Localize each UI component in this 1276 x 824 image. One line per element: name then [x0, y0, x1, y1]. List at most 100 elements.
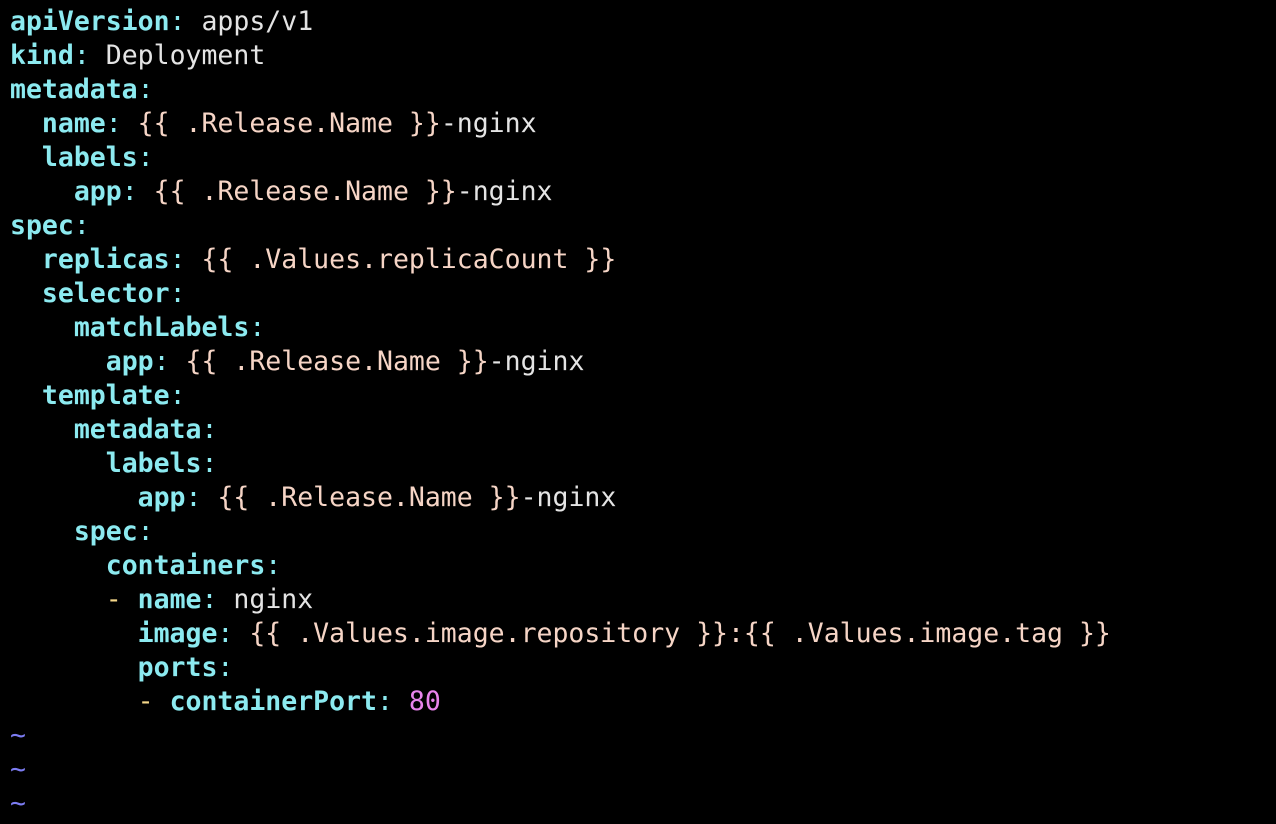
yaml-key: image — [137, 618, 218, 649]
code-line[interactable]: kind: Deployment — [10, 39, 1276, 73]
yaml-key: apiVersion — [10, 6, 170, 37]
yaml-key: template — [41, 380, 170, 411]
yaml-key: containers — [105, 550, 266, 581]
code-line[interactable]: name: {{ .Release.Name }}-nginx — [10, 107, 1276, 141]
key-colon: : — [185, 482, 202, 513]
yaml-key: app — [137, 482, 186, 513]
key-colon: : — [217, 652, 234, 683]
tilde-marker: ~ — [10, 720, 26, 751]
code-line[interactable]: matchLabels: — [10, 311, 1276, 345]
tilde-marker: ~ — [10, 754, 26, 785]
yaml-key: selector — [41, 278, 170, 309]
key-colon: : — [153, 346, 170, 377]
code-line[interactable]: metadata: — [10, 73, 1276, 107]
key-colon: : — [105, 108, 122, 139]
template-expression: {{ .Release.Name }} — [169, 346, 489, 377]
yaml-value: -nginx — [520, 482, 617, 513]
yaml-key: containerPort — [169, 686, 377, 717]
code-line[interactable]: - containerPort: 80 — [10, 685, 1276, 719]
code-line[interactable]: ports: — [10, 651, 1276, 685]
template-expression: {{ .Values.replicaCount }} — [185, 244, 617, 275]
code-line[interactable]: app: {{ .Release.Name }}-nginx — [10, 175, 1276, 209]
yaml-key: labels — [105, 448, 202, 479]
yaml-key: ports — [137, 652, 218, 683]
tilde-marker: ~ — [10, 788, 26, 819]
template-expression: {{ .Release.Name }} — [137, 176, 457, 207]
code-line[interactable]: template: — [10, 379, 1276, 413]
code-line[interactable]: labels: — [10, 141, 1276, 175]
code-line[interactable]: containers: — [10, 549, 1276, 583]
yaml-value: nginx — [217, 584, 314, 615]
list-dash: - — [105, 584, 138, 615]
key-colon: : — [169, 380, 186, 411]
yaml-key: spec — [10, 210, 74, 241]
key-colon: : — [376, 686, 393, 717]
template-expression: {{ .Values.image.repository }}:{{ .Value… — [233, 618, 1111, 649]
yaml-value: -nginx — [440, 108, 537, 139]
key-colon: : — [73, 210, 90, 241]
yaml-key: name — [41, 108, 106, 139]
code-line[interactable]: spec: — [10, 209, 1276, 243]
yaml-key: kind — [10, 40, 74, 71]
yaml-key: spec — [73, 516, 138, 547]
yaml-key: labels — [41, 142, 138, 173]
yaml-key: metadata — [10, 74, 138, 105]
vim-editor-window[interactable]: apiVersion: apps/v1 kind: Deployment metad… — [0, 0, 1276, 824]
key-colon: : — [73, 40, 90, 71]
key-colon: : — [169, 6, 186, 37]
yaml-value: apps/v1 — [185, 6, 314, 37]
code-line[interactable]: spec: — [10, 515, 1276, 549]
yaml-key: metadata — [73, 414, 202, 445]
code-line[interactable]: app: {{ .Release.Name }}-nginx — [10, 345, 1276, 379]
yaml-key: name — [137, 584, 202, 615]
code-line[interactable]: app: {{ .Release.Name }}-nginx — [10, 481, 1276, 515]
yaml-key: app — [105, 346, 154, 377]
code-line[interactable]: apiVersion: apps/v1 — [10, 5, 1276, 39]
yaml-buffer[interactable]: apiVersion: apps/v1 kind: Deployment metad… — [10, 5, 1276, 719]
key-colon: : — [137, 74, 154, 105]
yaml-key: replicas — [41, 244, 170, 275]
code-line[interactable]: selector: — [10, 277, 1276, 311]
template-expression: {{ .Release.Name }} — [201, 482, 521, 513]
key-colon: : — [249, 312, 266, 343]
code-line[interactable]: metadata: — [10, 413, 1276, 447]
key-colon: : — [121, 176, 138, 207]
key-colon: : — [137, 516, 154, 547]
code-line[interactable]: labels: — [10, 447, 1276, 481]
code-line[interactable]: replicas: {{ .Values.replicaCount }} — [10, 243, 1276, 277]
key-colon: : — [201, 584, 218, 615]
key-colon: : — [169, 278, 186, 309]
yaml-value: Deployment — [89, 40, 266, 71]
list-dash: - — [137, 686, 170, 717]
code-line[interactable]: - name: nginx — [10, 583, 1276, 617]
key-colon: : — [137, 142, 154, 173]
yaml-key: app — [73, 176, 122, 207]
yaml-value: -nginx — [456, 176, 553, 207]
key-colon: : — [265, 550, 282, 581]
key-colon: : — [169, 244, 186, 275]
empty-line-markers: ~ ~ ~ — [10, 719, 1276, 821]
code-line[interactable]: image: {{ .Values.image.repository }}:{{… — [10, 617, 1276, 651]
key-colon: : — [201, 414, 218, 445]
template-expression: {{ .Release.Name }} — [121, 108, 441, 139]
key-colon: : — [217, 618, 234, 649]
key-colon: : — [201, 448, 218, 479]
yaml-key: matchLabels — [73, 312, 250, 343]
